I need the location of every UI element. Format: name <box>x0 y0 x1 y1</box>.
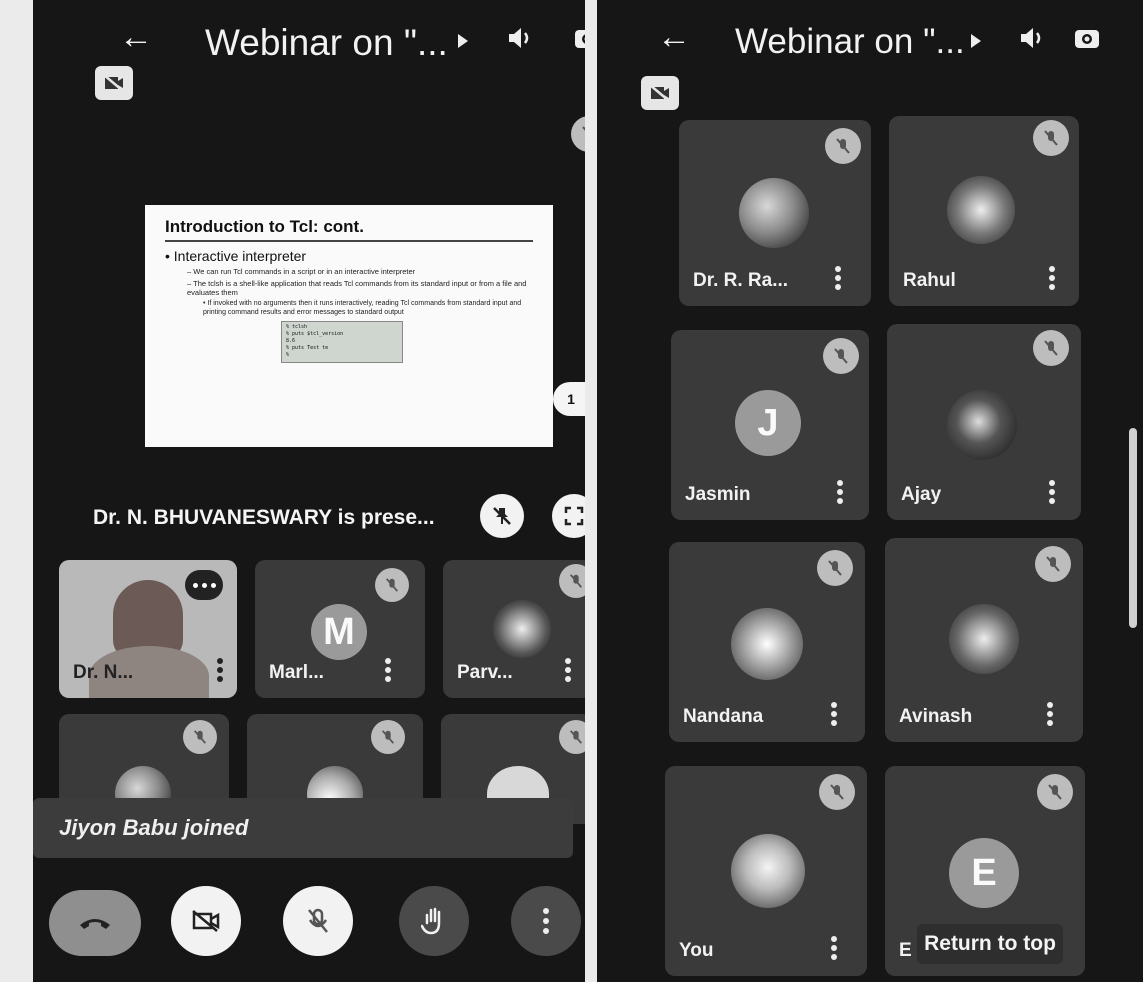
top-bar: ← Webinar on "... <box>597 10 1143 70</box>
more-options-icon[interactable] <box>1049 480 1055 504</box>
mic-off-icon <box>559 564 585 598</box>
participant-tile[interactable]: Ajay <box>887 324 1081 520</box>
participant-tile[interactable]: Nandana <box>669 542 865 742</box>
end-call-button[interactable] <box>49 890 141 956</box>
title-expand-icon[interactable] <box>458 34 468 48</box>
participant-name: E <box>899 940 912 961</box>
avatar <box>731 608 803 680</box>
avatar: J <box>735 390 801 456</box>
mic-off-icon <box>1035 546 1071 582</box>
mic-off-icon <box>1037 774 1073 810</box>
more-options-icon[interactable] <box>1047 702 1053 726</box>
participant-name: Parv... <box>457 662 513 683</box>
mic-off-icon <box>308 908 328 933</box>
avatar <box>949 604 1019 674</box>
participant-tile[interactable]: Avinash <box>885 538 1083 742</box>
speaker-icon[interactable] <box>503 22 535 54</box>
participant-name: Rahul <box>903 270 956 291</box>
fullscreen-button[interactable] <box>552 494 585 538</box>
participant-tile[interactable]: Rahul <box>889 116 1079 306</box>
participant-name: Dr. N... <box>73 662 134 683</box>
join-notification-toast: Jiyon Babu joined <box>33 798 573 858</box>
page-count-badge[interactable]: 1 <box>553 382 585 416</box>
participant-name: Ajay <box>901 484 942 505</box>
avatar <box>731 834 805 908</box>
raise-hand-button[interactable] <box>399 886 469 956</box>
meeting-title[interactable]: Webinar on "... <box>205 22 448 64</box>
camera-off-chip-icon <box>95 66 133 100</box>
mic-off-icon <box>375 568 409 602</box>
participant-tile[interactable]: Dr. R. Ra... <box>679 120 871 306</box>
more-vert-icon <box>543 908 549 934</box>
left-phone-screen: ← Webinar on "... Introduction to Tcl: c… <box>33 0 585 982</box>
avatar: E <box>949 838 1019 908</box>
more-options-icon[interactable] <box>835 266 841 290</box>
mic-off-icon <box>823 338 859 374</box>
unpin-icon <box>493 507 511 525</box>
more-options-button[interactable] <box>511 886 581 956</box>
hand-icon <box>421 907 441 935</box>
mic-off-icon <box>819 774 855 810</box>
mic-toggle-button[interactable] <box>283 886 353 956</box>
scrollbar[interactable] <box>1129 428 1137 628</box>
slide-heading: Introduction to Tcl: cont. <box>165 217 533 242</box>
participant-name: Marl... <box>269 662 324 683</box>
camera-off-icon <box>192 910 220 932</box>
avatar: M <box>311 604 367 660</box>
camera-off-chip-icon <box>641 76 679 110</box>
avatar <box>739 178 809 248</box>
participant-tile[interactable]: You <box>665 766 867 976</box>
mic-off-icon <box>1033 330 1069 366</box>
more-options-icon[interactable] <box>565 658 571 682</box>
participant-tile[interactable]: M Marl... <box>255 560 425 698</box>
slide-sub-bullet-1: – We can run Tcl commands in a script or… <box>187 267 416 276</box>
avatar <box>493 600 551 658</box>
hang-up-icon <box>80 919 110 929</box>
right-phone-screen: ← Webinar on "... Dr. R. Ra... Rahul J J… <box>597 0 1143 982</box>
mic-off-icon <box>559 720 585 754</box>
participant-tile-presenter[interactable]: Dr. N... <box>59 560 237 698</box>
fullscreen-icon <box>564 506 584 526</box>
switch-camera-icon[interactable] <box>1071 22 1103 54</box>
mic-off-icon <box>817 550 853 586</box>
slide-bullet: • Interactive interpreter <box>165 248 307 264</box>
participant-name: Avinash <box>899 706 973 727</box>
mic-off-icon <box>825 128 861 164</box>
slide-code-box: % tclsh % puts $tcl_version 8.6 % puts T… <box>281 321 403 363</box>
participant-name: Nandana <box>683 706 764 727</box>
more-options-icon[interactable] <box>831 936 837 960</box>
speaking-indicator-icon <box>185 570 223 600</box>
more-options-icon[interactable] <box>831 702 837 726</box>
mic-off-icon <box>183 720 217 754</box>
return-to-top-button[interactable]: Return to top <box>917 924 1063 964</box>
participant-name: You <box>679 940 714 961</box>
mic-off-icon <box>371 720 405 754</box>
unpin-button[interactable] <box>480 494 524 538</box>
avatar <box>947 176 1015 244</box>
back-arrow-icon[interactable]: ← <box>119 18 153 57</box>
toast-text: Jiyon Babu joined <box>59 815 249 840</box>
more-options-icon[interactable] <box>1049 266 1055 290</box>
camera-toggle-button[interactable] <box>171 886 241 956</box>
participant-name: Jasmin <box>685 484 751 505</box>
slide-sub-bullet-2: – The tclsh is a shell-like application … <box>187 279 527 297</box>
avatar <box>947 390 1017 460</box>
slide-sub-bullet-3: • If invoked with no arguments then it r… <box>203 300 522 316</box>
speaker-icon[interactable] <box>1015 22 1047 54</box>
participant-tile[interactable]: J Jasmin <box>671 330 869 520</box>
switch-camera-icon[interactable] <box>571 22 585 54</box>
back-arrow-icon[interactable]: ← <box>657 18 691 57</box>
mic-off-icon <box>1033 120 1069 156</box>
top-bar: ← Webinar on "... <box>33 10 585 70</box>
presentation-slide: Introduction to Tcl: cont. • Interactive… <box>145 205 553 447</box>
participant-tile[interactable]: Parv... <box>443 560 585 698</box>
more-options-icon[interactable] <box>385 658 391 682</box>
title-expand-icon[interactable] <box>971 34 981 48</box>
more-options-icon[interactable] <box>217 658 223 682</box>
more-options-icon[interactable] <box>837 480 843 504</box>
presenting-banner: Dr. N. BHUVANESWARY is prese... <box>93 506 435 529</box>
meeting-title[interactable]: Webinar on "... <box>735 22 965 62</box>
participant-name: Dr. R. Ra... <box>693 270 789 291</box>
presenter-mic-off-icon <box>571 116 585 152</box>
